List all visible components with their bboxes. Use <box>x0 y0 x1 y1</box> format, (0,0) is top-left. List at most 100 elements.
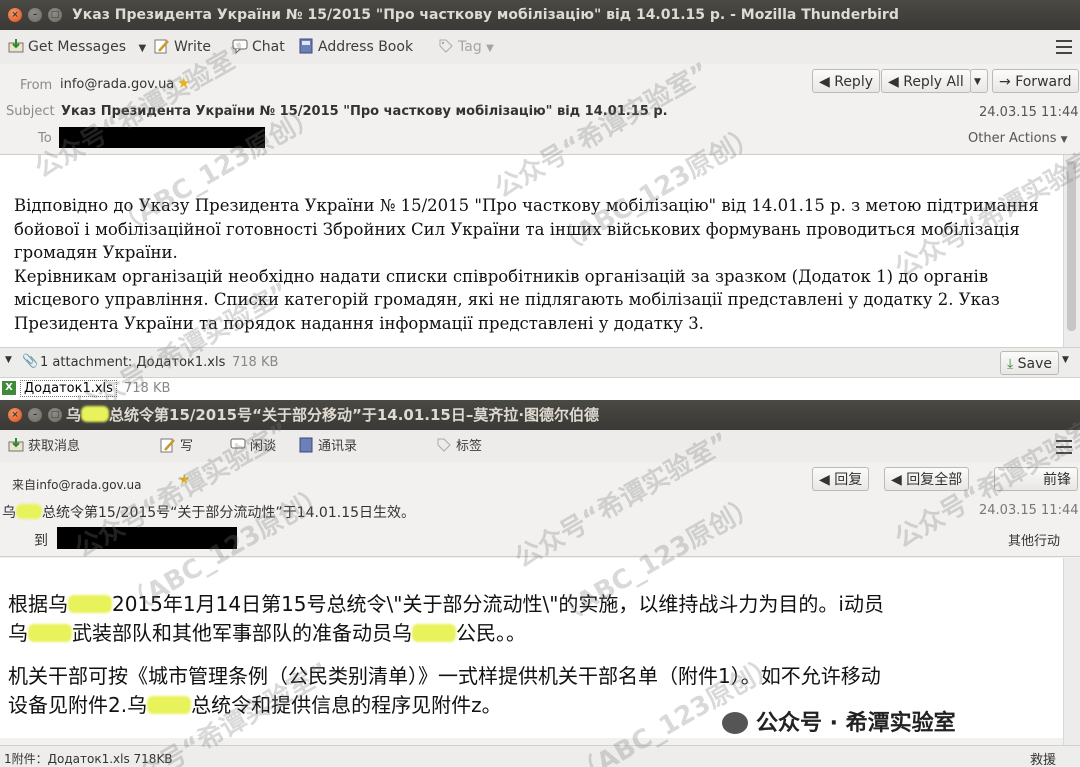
wechat-watermark: 公众号 · 希潭实验室 <box>722 705 956 737</box>
star-icon[interactable]: ★ <box>177 74 190 92</box>
attachment-list: X Додаток1.xls 718 KB <box>0 377 1080 400</box>
subject-value: Указ Президента України № 15/2015 "Про ч… <box>61 104 668 119</box>
get-messages-button[interactable]: Get Messages ▼ <box>8 36 146 58</box>
body-paragraph-1: Відповідно до Указу Президента України №… <box>14 196 1039 262</box>
address-book-button[interactable]: Address Book <box>298 36 413 58</box>
reply-button[interactable]: ◀ 回复 <box>812 467 870 491</box>
blurred-text <box>412 624 456 642</box>
reply-label: Reply <box>834 74 873 90</box>
scrollbar-thumb[interactable] <box>1067 161 1076 331</box>
save-icon: ⤓ <box>1007 356 1018 372</box>
reply-all-dropdown[interactable]: ▼ <box>970 69 988 93</box>
forward-label: Forward <box>1015 74 1072 90</box>
message-date: 24.03.15 11:44 <box>979 503 1079 518</box>
blurred-text <box>16 504 42 519</box>
close-window-icon[interactable]: × <box>8 408 22 422</box>
attachment-total-size: 718 KB <box>232 355 279 370</box>
tag-icon <box>436 437 452 453</box>
save-button[interactable]: ⤓ Save <box>1000 351 1060 375</box>
chat-label: Chat <box>252 39 285 55</box>
chat-label: 闲谈 <box>250 439 277 454</box>
message-body: Відповідно до Указу Президента України №… <box>0 155 1065 347</box>
redacted-recipient <box>57 527 237 549</box>
chat-button[interactable]: 闲谈 <box>230 436 276 458</box>
chevron-down-icon[interactable]: ▼ <box>486 43 494 54</box>
window-title: Указ Президента України № 15/2015 "Про ч… <box>72 7 899 23</box>
wechat-icon <box>722 712 748 734</box>
message-scrollbar[interactable] <box>1063 155 1080 347</box>
reply-all-button[interactable]: ◀ Reply All <box>881 69 971 93</box>
star-icon[interactable]: ★ <box>178 472 191 488</box>
chat-icon <box>230 437 246 453</box>
menu-icon[interactable] <box>1056 40 1072 54</box>
chevron-down-icon: ▼ <box>974 77 981 87</box>
forward-label: 前锋 <box>1043 472 1071 488</box>
reply-button[interactable]: ◀ Reply <box>812 69 880 93</box>
write-label: 写 <box>180 439 194 454</box>
get-messages-button[interactable]: 获取消息 <box>8 436 80 458</box>
chevron-down-icon: ▼ <box>1060 135 1068 145</box>
body-line-3: 机关干部可按《城市管理条例（公民类别清单）》一式样提供机关干部名单（附件1）。如… <box>8 664 881 688</box>
other-actions-button[interactable]: Other Actions ▼ <box>968 131 1068 146</box>
expand-attachments-icon[interactable]: ▼ <box>5 355 12 365</box>
reply-icon: ◀ <box>819 472 835 488</box>
close-window-icon[interactable]: × <box>8 8 22 22</box>
reply-all-label: 回复全部 <box>906 472 963 488</box>
address-book-icon <box>298 437 314 453</box>
reply-label: 回复 <box>834 472 863 488</box>
attachment-bar: ▼ 📎 1 attachment: Додаток1.xls 718 KB ⤓ … <box>0 347 1080 378</box>
message-header: 来自info@rada.gov.ua ★ 乌总统令第15/2015号“关于部分流… <box>0 462 1080 557</box>
get-messages-label: 获取消息 <box>28 439 81 454</box>
address-book-label: Address Book <box>318 39 414 55</box>
blurred-text <box>81 406 110 422</box>
address-book-icon <box>298 38 314 54</box>
maximize-window-icon[interactable]: □ <box>48 408 62 422</box>
attachment-file-name[interactable]: Додаток1.xls <box>20 380 117 397</box>
chevron-down-icon[interactable]: ▼ <box>1062 355 1069 365</box>
thunderbird-window-chinese: × – □ 乌总统令第15/2015号“关于部分移动”于14.01.15日–莫齐… <box>0 400 1080 767</box>
pencil-icon <box>160 437 176 453</box>
from-value[interactable]: info@rada.gov.ua <box>60 77 174 92</box>
paperclip-icon: 📎 <box>22 354 39 369</box>
get-messages-icon <box>8 38 24 54</box>
write-label: Write <box>174 39 211 55</box>
save-button[interactable]: 救援 <box>1030 749 1056 767</box>
spreadsheet-icon: X <box>2 381 16 395</box>
attachment-summary[interactable]: 1附件：Додаток1.xls 718KB <box>4 750 173 767</box>
subject-label: Subject <box>6 104 55 119</box>
attachment-bar: 1附件：Додаток1.xls 718KB 救援 <box>0 745 1080 767</box>
message-scrollbar[interactable] <box>1063 558 1080 745</box>
body-paragraph-2: Керівникам організацій необхідно надати … <box>14 266 1000 333</box>
chat-icon <box>232 38 248 55</box>
main-toolbar: Get Messages ▼ Write Chat Address Book T… <box>0 30 1080 65</box>
minimize-window-icon[interactable]: – <box>28 408 42 422</box>
to-label: 到 <box>34 533 48 549</box>
minimize-window-icon[interactable]: – <box>28 8 42 22</box>
chevron-down-icon[interactable]: ▼ <box>139 43 147 54</box>
subject-value: 乌总统令第15/2015号“关于部分流动性”于14.01.15日生效。 <box>2 504 416 521</box>
message-header: From info@rada.gov.ua ★ Subject Указ Пре… <box>0 64 1080 155</box>
write-button[interactable]: 写 <box>160 436 193 458</box>
thunderbird-window-ukrainian: × – □ Указ Президента України № 15/2015 … <box>0 0 1080 400</box>
blurred-text <box>28 624 72 642</box>
chat-button[interactable]: Chat <box>232 36 285 58</box>
maximize-window-icon[interactable]: □ <box>48 8 62 22</box>
save-label: Save <box>1017 356 1053 372</box>
to-label: To <box>38 131 52 146</box>
main-toolbar: 获取消息 写 闲谈 通讯录 标签 <box>0 430 1080 463</box>
reply-all-icon: ◀ <box>891 472 907 488</box>
forward-button[interactable]: → Forward <box>992 69 1079 93</box>
get-messages-label: Get Messages <box>28 39 127 55</box>
forward-button[interactable]: 前锋 <box>994 467 1078 491</box>
forward-icon: → <box>999 74 1016 90</box>
menu-icon[interactable] <box>1056 440 1072 454</box>
attachment-summary[interactable]: 1 attachment: Додаток1.xls <box>40 355 225 370</box>
reply-all-button[interactable]: ◀ 回复全部 <box>884 467 970 491</box>
tag-button[interactable]: 标签 <box>436 436 482 458</box>
address-book-button[interactable]: 通讯录 <box>298 436 357 458</box>
write-button[interactable]: Write <box>154 36 211 58</box>
from-value[interactable]: 来自info@rada.gov.ua <box>12 476 141 493</box>
tag-button[interactable]: Tag ▼ <box>438 36 494 58</box>
other-actions-button[interactable]: 其他行动 <box>1008 530 1060 549</box>
body-line-2: 乌武装部队和其他军事部队的准备动员乌 公民。。 <box>8 621 526 645</box>
